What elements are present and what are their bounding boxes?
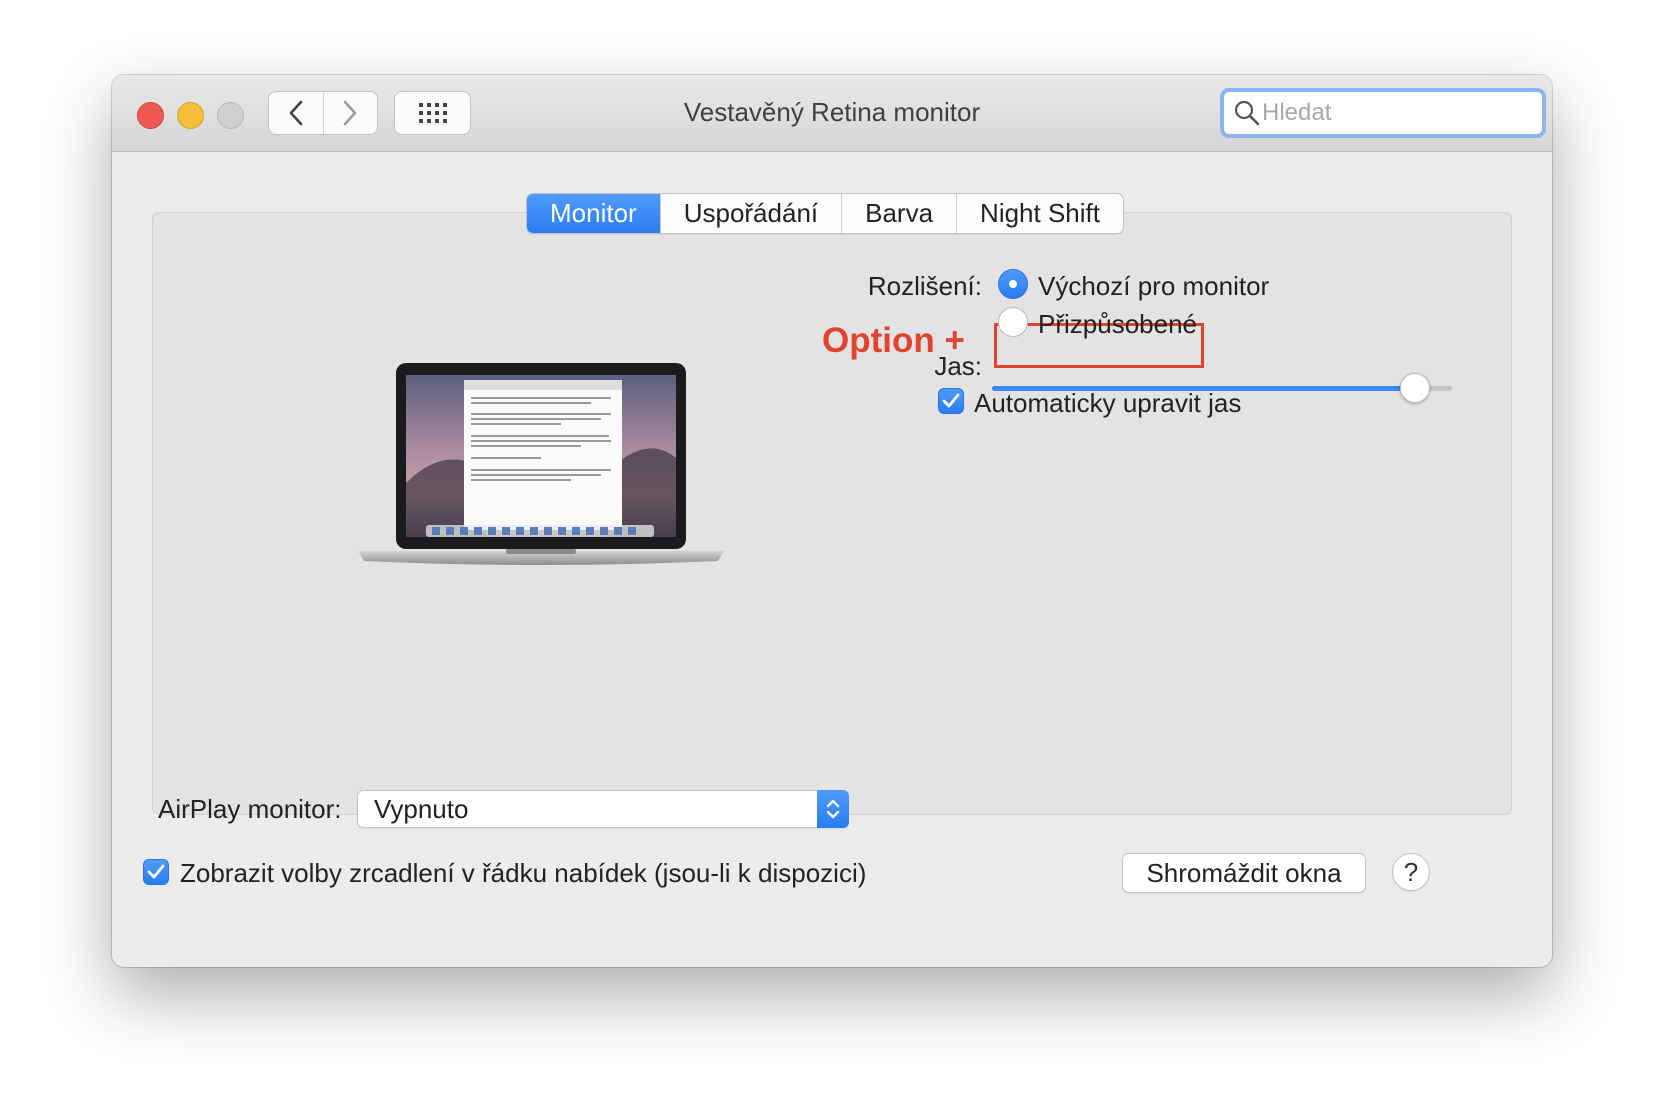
tab-monitor[interactable]: Monitor: [527, 194, 660, 233]
auto-brightness-label[interactable]: Automaticky upravit jas: [974, 388, 1241, 419]
radio-default-label[interactable]: Výchozí pro monitor: [1038, 271, 1269, 302]
airplay-label: AirPlay monitor:: [158, 794, 342, 824]
gather-windows-button[interactable]: Shromáždit okna: [1122, 853, 1366, 893]
resolution-label: Rozlišení:: [867, 271, 982, 301]
mirroring-checkbox[interactable]: [143, 859, 169, 885]
mirroring-label[interactable]: Zobrazit volby zrcadlení v řádku nabídek…: [180, 858, 866, 889]
tab-night-shift[interactable]: Night Shift: [956, 194, 1123, 233]
tab-bar: Monitor Uspořádání Barva Night Shift: [526, 193, 1124, 234]
radio-scaled-label[interactable]: Přizpůsobené: [1038, 309, 1197, 340]
title-bar: Vestavěný Retina monitor: [112, 75, 1552, 152]
system-preferences-window: Vestavěný Retina monitor Monitor Uspořád…: [112, 75, 1552, 967]
tab-arrangement[interactable]: Uspořádání: [659, 194, 841, 233]
select-stepper-icon: [817, 790, 849, 828]
radio-default-resolution[interactable]: [998, 269, 1028, 299]
checkmark-icon: [147, 864, 165, 879]
tab-color[interactable]: Barva: [841, 194, 956, 233]
checkmark-icon: [942, 393, 960, 408]
airplay-select-value: Vypnuto: [374, 794, 469, 824]
search-icon: [1234, 100, 1260, 126]
brightness-slider-thumb[interactable]: [1400, 373, 1431, 403]
help-button[interactable]: ?: [1392, 853, 1430, 891]
radio-scaled-resolution[interactable]: [998, 307, 1028, 337]
macbook-illustration: [358, 363, 724, 565]
auto-brightness-checkbox[interactable]: [938, 388, 964, 414]
brightness-label: Jas:: [934, 351, 982, 381]
airplay-select[interactable]: Vypnuto: [357, 790, 849, 828]
search-input[interactable]: [1260, 99, 1522, 127]
search-field[interactable]: [1220, 88, 1546, 138]
